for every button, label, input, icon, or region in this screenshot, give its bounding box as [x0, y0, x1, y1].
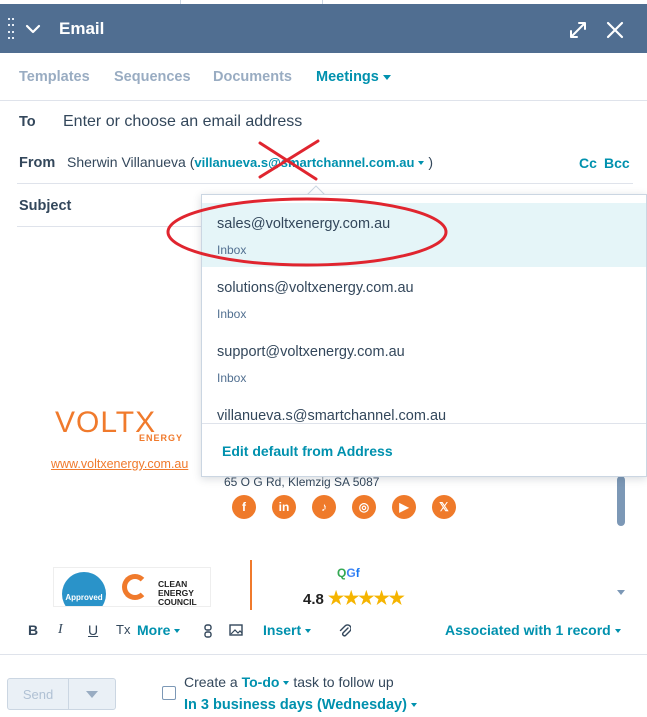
divider: [0, 654, 647, 655]
clear-format-button[interactable]: Tx: [116, 622, 130, 637]
divider: [202, 423, 646, 424]
facebook-review-icon: f: [355, 566, 360, 580]
tab-sequences[interactable]: Sequences: [114, 69, 191, 85]
clean-energy-council-logo: [122, 574, 148, 600]
signature-website-link[interactable]: www.voltxenergy.com.au: [51, 457, 188, 471]
link-icon[interactable]: [203, 624, 213, 638]
qcells-icon: Q: [337, 566, 347, 580]
facebook-icon[interactable]: f: [232, 495, 256, 519]
drag-handle-icon[interactable]: [8, 18, 14, 40]
expand-icon[interactable]: [569, 21, 587, 39]
scroll-down-icon[interactable]: [617, 590, 625, 595]
from-sender-name: Sherwin Villanueva (: [67, 154, 195, 170]
option-email: villanueva.s@smartchannel.com.au: [217, 408, 447, 424]
to-input[interactable]: Enter or choose an email address: [63, 113, 302, 131]
from-option-solutions[interactable]: solutions@voltxenergy.com.au Inbox: [202, 267, 646, 331]
tiktok-icon[interactable]: ♪: [312, 495, 336, 519]
divider: [17, 183, 633, 184]
body-scrollbar[interactable]: [617, 476, 625, 526]
red-circle-annotation: [166, 197, 448, 267]
bcc-button[interactable]: Bcc: [604, 155, 630, 171]
tab-bar: Templates Sequences Documents Meetings: [0, 53, 647, 101]
close-icon[interactable]: [606, 21, 624, 39]
todo-type-label: To-do: [241, 674, 280, 690]
send-button[interactable]: Send: [8, 679, 69, 709]
from-option-villanueva[interactable]: villanueva.s@smartchannel.com.au: [202, 395, 646, 424]
associated-records-button[interactable]: Associated with 1 record: [445, 622, 621, 638]
caret-down-icon: [283, 681, 290, 686]
caret-down-icon: [86, 690, 98, 698]
todo-due-dropdown[interactable]: In 3 business days (Wednesday): [184, 697, 417, 713]
caret-down-icon: [305, 629, 312, 634]
option-type: Inbox: [217, 371, 247, 385]
image-icon[interactable]: [229, 624, 243, 636]
cc-button[interactable]: Cc: [579, 155, 597, 171]
email-panel-header: Email: [0, 4, 647, 53]
option-email: solutions@voltxenergy.com.au: [217, 280, 414, 296]
tab-templates[interactable]: Templates: [19, 69, 90, 85]
from-option-support[interactable]: support@voltxenergy.com.au Inbox: [202, 331, 646, 395]
subject-label: Subject: [19, 198, 72, 214]
tab-documents[interactable]: Documents: [213, 69, 292, 85]
signature-address: 65 O G Rd, Klemzig SA 5087: [224, 475, 380, 489]
from-close-paren: ): [428, 154, 434, 170]
review-platform-icons: QGf: [337, 566, 360, 580]
tab-meetings-label: Meetings: [316, 69, 379, 85]
associated-label: Associated with 1 record: [445, 622, 611, 638]
more-button[interactable]: More: [137, 622, 181, 638]
caret-down-icon: [614, 629, 621, 634]
caret-down-icon: [410, 703, 417, 708]
editor-toolbar: B I U Tx More Insert Associated with 1 r…: [0, 612, 647, 652]
review-rating: 4.8 ★★★★★: [303, 588, 405, 609]
create-todo-checkbox[interactable]: [162, 686, 176, 700]
italic-button[interactable]: I: [58, 622, 63, 638]
from-label: From: [19, 155, 56, 171]
create-a-text: Create a: [184, 674, 238, 690]
todo-due-label: In 3 business days (Wednesday): [184, 697, 407, 713]
caret-down-icon: [174, 629, 181, 634]
task-follow-text: task to follow up: [293, 674, 394, 690]
logo-sub: ENERGY: [139, 433, 183, 443]
todo-type-dropdown[interactable]: To-do: [242, 674, 290, 690]
underline-button[interactable]: U: [88, 622, 98, 638]
create-todo-text: Create a To-do task to follow up: [184, 674, 394, 690]
instagram-icon[interactable]: ◎: [352, 495, 376, 519]
from-selector[interactable]: Sherwin Villanueva (villanueva.s@smartch…: [67, 154, 433, 170]
star-rating-icon: ★★★★★: [328, 588, 405, 608]
signature-divider: [250, 560, 252, 610]
clean-energy-council-text: CLEAN ENERGY COUNCIL: [158, 580, 197, 607]
linkedin-icon[interactable]: in: [272, 495, 296, 519]
option-type: Inbox: [217, 307, 247, 321]
x-icon[interactable]: 𝕏: [432, 495, 456, 519]
chevron-down-icon[interactable]: [24, 20, 42, 38]
insert-button[interactable]: Insert: [263, 622, 312, 638]
google-icon: G: [346, 566, 356, 580]
rating-value: 4.8: [303, 591, 324, 608]
option-email: support@voltxenergy.com.au: [217, 344, 405, 360]
voltx-energy-logo: VOLTX ENERGY: [55, 406, 183, 443]
youtube-icon[interactable]: ▶: [392, 495, 416, 519]
insert-label: Insert: [263, 622, 302, 638]
edit-default-from-link[interactable]: Edit default from Address: [222, 443, 393, 459]
send-button-group: Send: [7, 678, 116, 710]
caret-down-icon: [382, 74, 391, 80]
tab-meetings[interactable]: Meetings: [316, 69, 391, 85]
red-x-annotation: [258, 139, 320, 181]
certification-badges: Approved CLEAN ENERGY COUNCIL: [53, 567, 211, 607]
caret-down-icon: [418, 161, 425, 166]
bold-button[interactable]: B: [28, 622, 38, 638]
to-label: To: [19, 114, 36, 130]
more-label: More: [137, 622, 171, 638]
attachment-icon[interactable]: [339, 623, 351, 638]
panel-title: Email: [59, 19, 105, 38]
cec-line: COUNCIL: [158, 597, 197, 607]
approved-badge: Approved: [62, 572, 106, 606]
send-options-button[interactable]: [69, 679, 115, 709]
